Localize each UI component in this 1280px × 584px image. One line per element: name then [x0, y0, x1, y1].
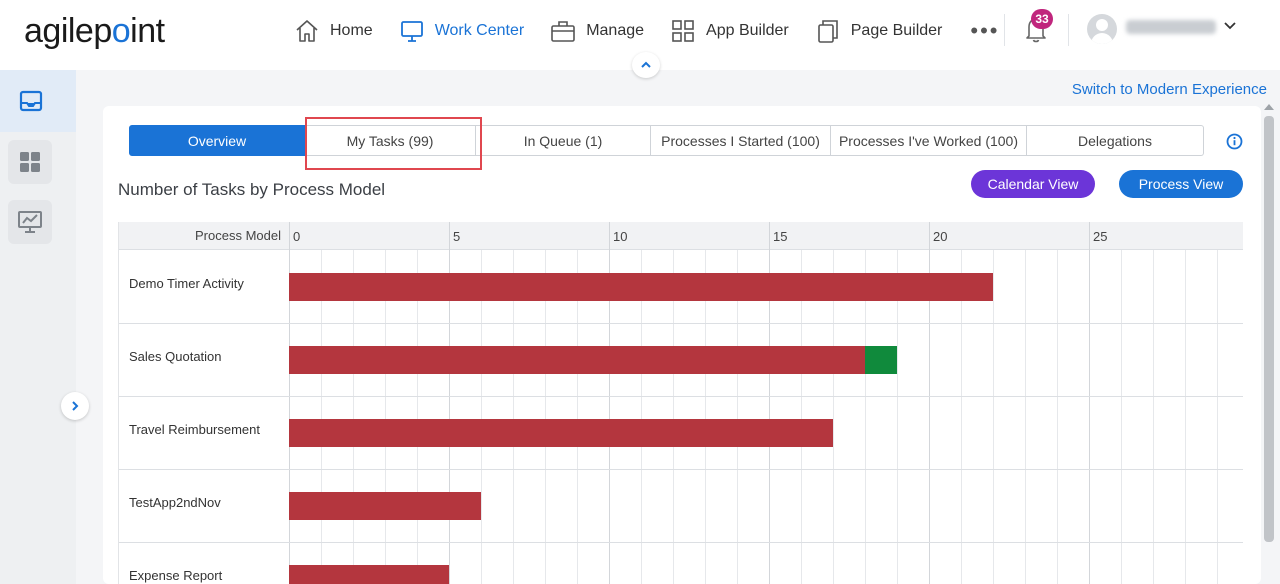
tab-my-tasks[interactable]: My Tasks (99) — [305, 125, 476, 156]
chart-monitor-icon — [18, 211, 42, 233]
chevron-up-icon — [641, 61, 651, 68]
dashboard-grid-icon — [20, 152, 40, 172]
x-tick-label: 0 — [293, 229, 301, 244]
sidebar-reports-button[interactable] — [8, 200, 52, 244]
nav-home[interactable]: Home — [294, 18, 373, 44]
bar-primary[interactable] — [289, 273, 993, 301]
scrollbar-thumb[interactable] — [1264, 116, 1274, 542]
tab-in-queue[interactable]: In Queue (1) — [476, 125, 651, 156]
nav-manage-label: Manage — [586, 22, 645, 39]
process-view-button[interactable]: Process View — [1119, 170, 1243, 198]
bar-primary[interactable] — [289, 346, 865, 374]
calendar-view-button[interactable]: Calendar View — [971, 170, 1095, 198]
process-model-label: Travel Reimbursement — [129, 422, 261, 437]
bar-primary[interactable] — [289, 492, 481, 520]
x-tick-label: 25 — [1093, 229, 1108, 244]
tab-processes-worked[interactable]: Processes I've Worked (100) — [831, 125, 1027, 156]
tab-overview[interactable]: Overview — [129, 125, 305, 156]
process-model-column-header: Process Model — [195, 228, 281, 243]
nav-home-label: Home — [330, 22, 373, 39]
grid-icon — [672, 20, 694, 42]
info-icon[interactable] — [1226, 133, 1243, 150]
bar-primary[interactable] — [289, 565, 449, 584]
tab-delegations[interactable]: Delegations — [1027, 125, 1204, 156]
scroll-up-arrow-icon[interactable] — [1264, 104, 1274, 110]
home-icon — [296, 20, 318, 42]
nav-work-center-label: Work Center — [434, 22, 525, 39]
nav-manage[interactable]: Manage — [550, 18, 644, 44]
process-model-label: Demo Timer Activity — [129, 276, 244, 291]
x-tick-label: 10 — [613, 229, 628, 244]
monitor-icon — [400, 21, 423, 42]
expand-sidebar-button[interactable] — [61, 392, 89, 420]
work-center-tabs: Overview My Tasks (99) In Queue (1) Proc… — [129, 125, 1204, 156]
nav-app-builder-label: App Builder — [706, 22, 789, 39]
briefcase-icon — [551, 21, 576, 42]
x-tick-label: 15 — [773, 229, 788, 244]
chart-canvas — [119, 222, 1243, 584]
chart-title: Number of Tasks by Process Model — [118, 180, 386, 199]
x-tick-label: 5 — [453, 229, 461, 244]
process-model-label: TestApp2ndNov — [129, 495, 221, 510]
bar-secondary[interactable] — [865, 346, 897, 374]
chevron-down-icon[interactable] — [1222, 18, 1238, 34]
sidebar-dashboard-button[interactable] — [8, 140, 52, 184]
tab-processes-started[interactable]: Processes I Started (100) — [651, 125, 831, 156]
user-name-blurred[interactable] — [1126, 20, 1216, 34]
pages-icon — [817, 20, 838, 43]
inbox-icon — [19, 90, 43, 112]
notification-count-badge: 33 — [1031, 9, 1053, 29]
nav-page-builder[interactable]: Page Builder — [815, 18, 943, 44]
sidebar-inbox-button[interactable] — [0, 70, 76, 132]
nav-page-builder-label: Page Builder — [850, 22, 943, 39]
top-navigation-bar: agilepoint Home Work Center Manage App B… — [0, 0, 1280, 78]
collapse-header-button[interactable] — [632, 52, 660, 78]
nav-work-center[interactable]: Work Center — [399, 18, 525, 44]
process-model-label: Sales Quotation — [129, 349, 222, 364]
process-model-label: Expense Report — [129, 568, 223, 583]
user-avatar[interactable] — [1087, 14, 1117, 44]
left-sidebar — [0, 70, 89, 584]
tasks-by-process-chart: Process Model Demo Timer Activity Sales Q… — [118, 222, 1243, 584]
divider — [1068, 14, 1069, 46]
divider — [1004, 14, 1005, 46]
switch-to-modern-link[interactable]: Switch to Modern Experience — [1072, 81, 1267, 98]
more-menu-icon[interactable]: ••• — [970, 18, 999, 44]
nav-app-builder[interactable]: App Builder — [670, 18, 789, 44]
bar-primary[interactable] — [289, 419, 833, 447]
chevron-right-icon — [72, 401, 79, 411]
x-tick-label: 20 — [933, 229, 948, 244]
agilepoint-logo[interactable]: agilepoint — [24, 12, 165, 51]
